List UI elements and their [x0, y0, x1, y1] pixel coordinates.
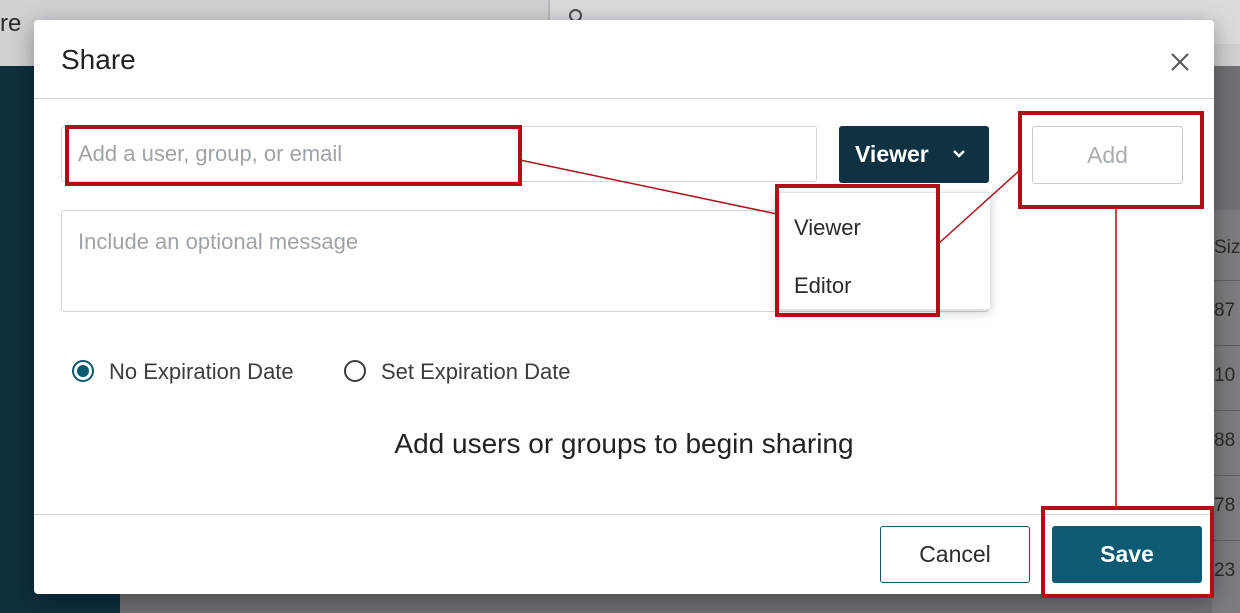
- background-table-header-size: Siz: [1214, 237, 1240, 258]
- role-dropdown-button[interactable]: Viewer: [839, 126, 989, 183]
- close-icon[interactable]: [1166, 48, 1194, 76]
- share-dialog: Share Viewer Add Viewer Editor No Expira…: [34, 20, 1214, 594]
- dialog-title: Share: [61, 44, 136, 75]
- role-option-viewer[interactable]: Viewer: [777, 201, 990, 253]
- save-button[interactable]: Save: [1052, 526, 1202, 583]
- add-button[interactable]: Add: [1032, 126, 1183, 184]
- role-dropdown-menu: Viewer Editor: [776, 192, 991, 310]
- background-table-cell: 10: [1214, 345, 1240, 406]
- radio-checked-icon: [72, 360, 94, 382]
- background-header-text: re: [0, 10, 22, 37]
- cancel-button[interactable]: Cancel: [880, 526, 1030, 583]
- set-expiration-label: Set Expiration Date: [381, 359, 571, 384]
- dialog-header: Share: [34, 20, 1214, 99]
- user-group-email-input[interactable]: [61, 126, 817, 182]
- role-option-label: Editor: [794, 273, 852, 298]
- empty-state-message: Add users or groups to begin sharing: [394, 428, 854, 459]
- radio-unchecked-icon: [344, 360, 366, 382]
- background-table-cell: 87: [1214, 280, 1240, 341]
- background-table-cell: 78: [1214, 475, 1240, 536]
- chevron-down-icon: [953, 150, 965, 158]
- role-option-editor[interactable]: Editor: [777, 259, 990, 311]
- no-expiration-label: No Expiration Date: [109, 359, 294, 384]
- role-dropdown-label: Viewer: [855, 141, 929, 167]
- role-option-label: Viewer: [794, 215, 861, 240]
- background-table-cell: 88: [1214, 410, 1240, 471]
- dialog-footer: [34, 514, 1214, 595]
- background-table-cell: 23: [1214, 540, 1240, 601]
